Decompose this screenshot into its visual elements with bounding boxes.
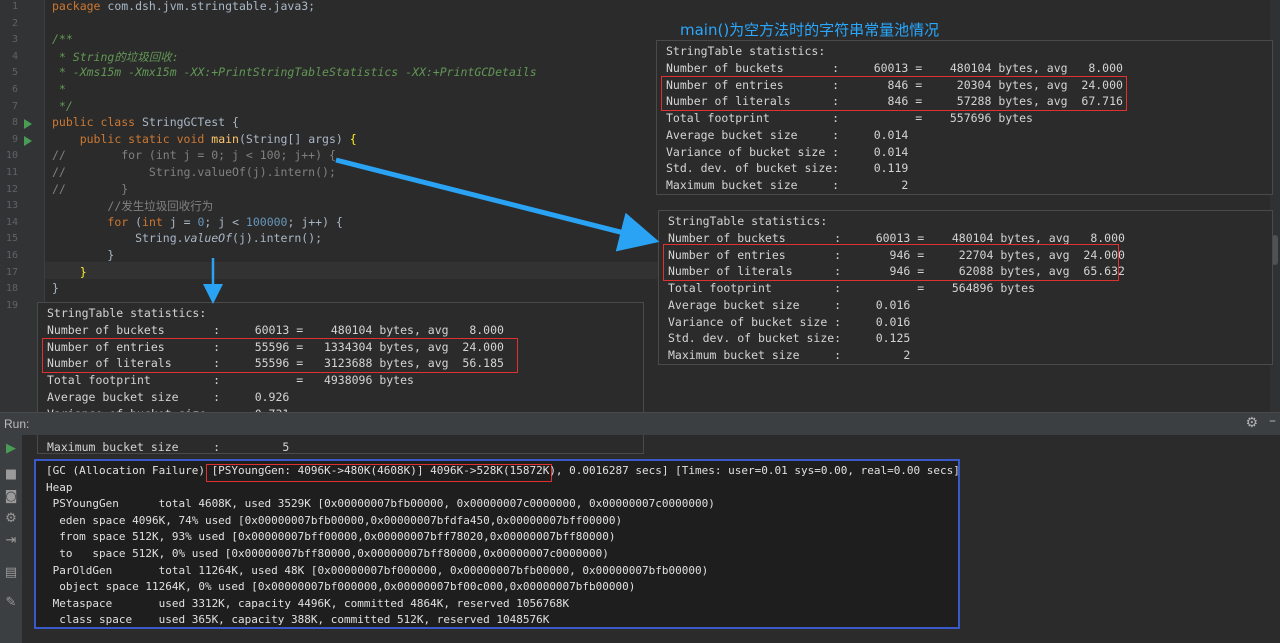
line-number: 19: [5, 299, 18, 311]
stats-header: StringTable statistics:: [668, 214, 828, 228]
code-line: */: [52, 98, 73, 113]
gc-output-line: class space used 365K, capacity 388K, co…: [46, 613, 550, 627]
run-gutter-icon[interactable]: [24, 119, 32, 130]
stats-header: StringTable statistics:: [47, 306, 207, 320]
line-number: 8: [11, 117, 18, 129]
gc-output-line: ParOldGen total 11264K, used 48K [0x0000…: [46, 563, 709, 577]
code-line: * String的垃圾回收:: [52, 49, 179, 64]
line-number: 6: [11, 84, 18, 95]
pin-icon[interactable]: ✎: [3, 595, 19, 611]
line-number: 3: [11, 34, 18, 46]
code-line: for (int j = 0; j < 100000; j++) {: [107, 214, 343, 229]
line-number: 18: [5, 283, 18, 295]
stop-icon[interactable]: ■: [3, 467, 19, 483]
gc-output-line: [GC (Allocation Failure) [PSYoungGen: 40…: [46, 464, 960, 477]
code-line: // }: [52, 181, 129, 196]
stats-header: StringTable statistics:: [666, 44, 826, 58]
stats-row: Average bucket size : 0.014: [666, 127, 909, 142]
line-number: 4: [11, 50, 18, 62]
code-line: }: [52, 248, 115, 262]
line-number: 14: [5, 216, 18, 228]
code-line: String.valueOf(j).intern();: [52, 231, 323, 246]
line-number: 7: [11, 100, 18, 112]
exit-icon[interactable]: ⇥: [3, 533, 19, 549]
gc-output-line: to space 512K, 0% used [0x00000007bff800…: [46, 547, 609, 560]
gc-output-line: Metaspace used 3312K, capacity 4496K, co…: [46, 596, 570, 610]
stats-row: Total footprint : = 564896 bytes: [668, 281, 1035, 296]
code-line: //发生垃圾回收行为: [107, 199, 214, 214]
run-label: Run:: [4, 417, 30, 431]
stats-row: Number of buckets : 60013 = 480104 bytes…: [668, 231, 1125, 245]
settings-icon[interactable]: ⚙: [3, 511, 19, 527]
stats-row: Std. dev. of bucket size: 0.125: [668, 331, 911, 346]
stats-row: Std. dev. of bucket size: 0.119: [666, 161, 909, 176]
stats-row: Variance of bucket size : 0.016: [668, 314, 911, 329]
gc-output-line: Heap: [46, 480, 73, 494]
stats-row: Total footprint : = 4938096 bytes: [47, 373, 414, 388]
stats-row: Number of buckets : 60013 = 480104 bytes…: [666, 61, 1123, 75]
run-toolbar: ▶ ■ ◙ ⚙ ⇥ ▤ ✎: [0, 435, 22, 643]
line-number: 10: [5, 150, 18, 162]
line-number: 1: [11, 1, 18, 12]
line-number: 2: [11, 17, 18, 29]
layout-icon[interactable]: ▤: [3, 565, 19, 581]
line-number: 5: [11, 67, 18, 79]
stats-row: Maximum bucket size : 2: [666, 177, 909, 192]
gc-output-panel: [GC (Allocation Failure) [PSYoungGen: 40…: [34, 459, 960, 629]
stats-row: Average bucket size : 0.016: [668, 297, 911, 312]
code-line: }: [52, 281, 59, 296]
line-number: 12: [5, 183, 18, 195]
line-number: 9: [11, 133, 18, 145]
annotation-caption: main()为空方法时的字符串常量池情况: [680, 21, 940, 39]
gc-output-line: from space 512K, 93% used [0x00000007bff…: [46, 530, 616, 544]
highlight-entries-literals: [661, 76, 1127, 111]
line-number: 15: [5, 233, 18, 245]
code-line: public static void main(String[] args) {: [79, 131, 357, 146]
line-number: 13: [5, 200, 18, 212]
stats-row: Average bucket size : 0.926: [47, 389, 290, 404]
code-line: * -Xms15m -Xmx15m -XX:+PrintStringTableS…: [52, 65, 537, 80]
gear-icon[interactable]: ⚙: [1245, 415, 1258, 431]
code-line: // String.valueOf(j).intern();: [52, 165, 336, 179]
stats-row: Total footprint : = 557696 bytes: [666, 111, 1033, 126]
stats-row: Number of buckets : 60013 = 480104 bytes…: [47, 323, 504, 337]
code-line: // for (int j = 0; j < 100; j++) {: [52, 148, 336, 163]
stats-row: Maximum bucket size : 5: [47, 439, 290, 454]
minimize-icon[interactable]: –: [1269, 413, 1276, 429]
stats-row: Variance of bucket size : 0.014: [666, 144, 909, 159]
code-line: /**: [52, 32, 73, 47]
code-line: }: [79, 264, 87, 279]
stats-row: Maximum bucket size : 2: [668, 347, 911, 362]
highlight-entries-literals: [663, 244, 1119, 281]
code-line: *: [52, 82, 66, 96]
line-number: 17: [5, 266, 18, 278]
line-number: 11: [5, 167, 18, 178]
line-number: 16: [5, 250, 18, 261]
gc-output-line: PSYoungGen total 4608K, used 3529K [0x00…: [46, 497, 715, 511]
rerun-icon[interactable]: ▶: [3, 441, 19, 457]
highlight-entries-literals: [42, 338, 518, 373]
run-gutter-icon[interactable]: [24, 135, 32, 146]
gc-output-line: object space 11264K, 0% used [0x00000007…: [46, 580, 636, 594]
gc-output-line: eden space 4096K, 74% used [0x00000007bf…: [46, 513, 623, 527]
code-line: package com.dsh.jvm.stringtable.java3;: [52, 0, 316, 13]
run-tool-window-header: Run: ⚙ –: [0, 412, 1280, 435]
code-line: public class StringGCTest {: [52, 115, 239, 130]
camera-icon[interactable]: ◙: [3, 489, 19, 505]
stringtable-stats-panel-empty-main: StringTable statistics: Number of buckets…: [656, 40, 1273, 195]
stringtable-stats-panel-loop-100: StringTable statistics: Number of buckets…: [658, 210, 1273, 365]
